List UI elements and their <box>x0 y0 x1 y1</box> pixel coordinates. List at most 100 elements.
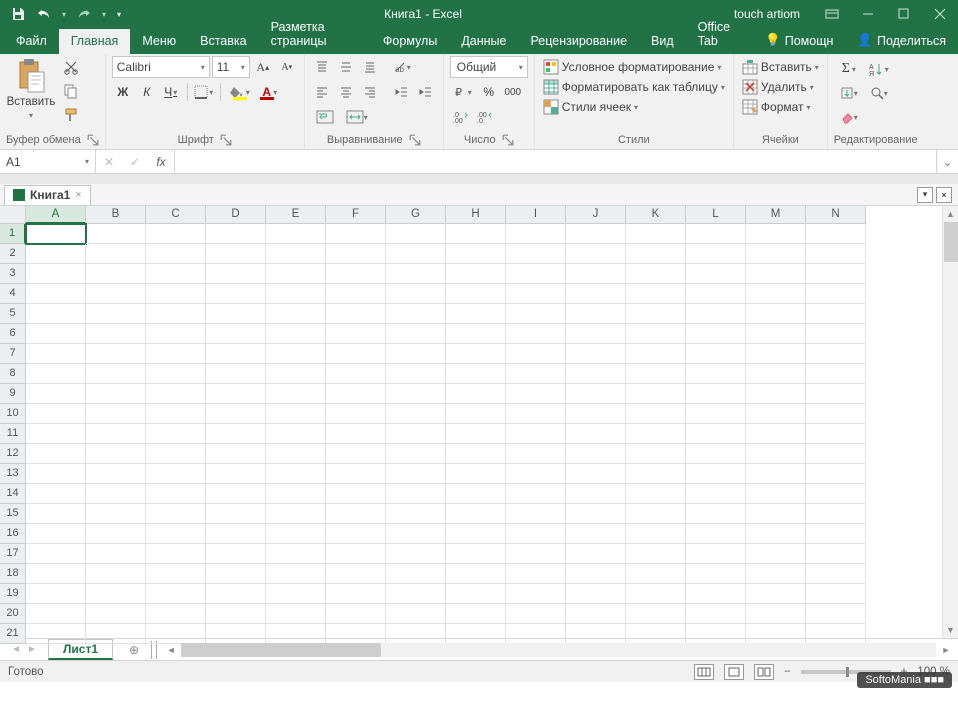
page-layout-view-button[interactable] <box>724 664 744 680</box>
cell[interactable] <box>26 404 86 424</box>
cell[interactable] <box>626 624 686 644</box>
cell[interactable] <box>686 304 746 324</box>
cell[interactable] <box>206 224 266 244</box>
cell[interactable] <box>686 424 746 444</box>
fill-button[interactable]: ▾ <box>834 82 864 104</box>
cell[interactable] <box>386 364 446 384</box>
cell[interactable] <box>806 364 866 384</box>
cell[interactable] <box>686 324 746 344</box>
cell[interactable] <box>446 584 506 604</box>
tab-office-tab[interactable]: Office Tab <box>686 15 753 54</box>
close-icon[interactable]: × <box>75 189 81 201</box>
row-header[interactable]: 2 <box>0 244 26 264</box>
align-middle-button[interactable] <box>335 56 357 78</box>
cell[interactable] <box>386 324 446 344</box>
cell[interactable] <box>146 244 206 264</box>
cell[interactable] <box>326 344 386 364</box>
cell[interactable] <box>86 244 146 264</box>
cell[interactable] <box>26 264 86 284</box>
cell[interactable] <box>206 484 266 504</box>
cell[interactable] <box>386 504 446 524</box>
cell[interactable] <box>686 544 746 564</box>
row-header[interactable]: 1 <box>0 224 26 244</box>
cell[interactable] <box>566 624 626 644</box>
cell[interactable] <box>566 284 626 304</box>
select-all-button[interactable] <box>0 206 26 224</box>
font-size-combo[interactable]: 11▾ <box>212 56 250 78</box>
cell[interactable] <box>746 404 806 424</box>
cell[interactable] <box>506 504 566 524</box>
cell[interactable] <box>506 604 566 624</box>
row-header[interactable]: 14 <box>0 484 26 504</box>
cell[interactable] <box>266 264 326 284</box>
cell[interactable] <box>206 264 266 284</box>
cell[interactable] <box>146 284 206 304</box>
italic-button[interactable]: К <box>136 81 158 103</box>
cell[interactable] <box>86 264 146 284</box>
cell[interactable] <box>386 484 446 504</box>
minimize-button[interactable] <box>850 0 886 28</box>
cell[interactable] <box>626 324 686 344</box>
cell[interactable] <box>146 484 206 504</box>
row-header[interactable]: 7 <box>0 344 26 364</box>
cell[interactable] <box>326 424 386 444</box>
cell[interactable] <box>386 604 446 624</box>
sheet-nav-first[interactable]: ◄ <box>8 644 24 655</box>
cell[interactable] <box>446 264 506 284</box>
cell[interactable] <box>86 364 146 384</box>
cell[interactable] <box>506 264 566 284</box>
cell[interactable] <box>446 244 506 264</box>
cell[interactable] <box>266 464 326 484</box>
cell[interactable] <box>86 404 146 424</box>
sheet-nav-prev[interactable]: ► <box>24 644 40 655</box>
font-name-combo[interactable]: Calibri▾ <box>112 56 210 78</box>
cell[interactable] <box>446 344 506 364</box>
cell[interactable] <box>386 344 446 364</box>
percent-button[interactable]: % <box>478 81 500 103</box>
cell[interactable] <box>746 464 806 484</box>
increase-font-button[interactable]: A▴ <box>252 56 274 78</box>
cell[interactable] <box>626 264 686 284</box>
cell[interactable] <box>446 384 506 404</box>
cell[interactable] <box>686 384 746 404</box>
horizontal-scroll-thumb[interactable] <box>181 643 381 657</box>
cell[interactable] <box>566 564 626 584</box>
redo-button[interactable] <box>72 2 96 26</box>
cell[interactable] <box>386 284 446 304</box>
cell[interactable] <box>686 404 746 424</box>
cell[interactable] <box>206 244 266 264</box>
row-header[interactable]: 9 <box>0 384 26 404</box>
cell[interactable] <box>686 564 746 584</box>
undo-dropdown[interactable]: ▾ <box>58 2 70 26</box>
cell[interactable] <box>86 504 146 524</box>
cell[interactable] <box>806 444 866 464</box>
cell[interactable] <box>206 504 266 524</box>
align-right-button[interactable] <box>359 81 381 103</box>
cell[interactable] <box>746 324 806 344</box>
workbook-close-button[interactable]: × <box>936 187 952 203</box>
cell[interactable] <box>686 264 746 284</box>
cell[interactable] <box>146 584 206 604</box>
cell[interactable] <box>86 524 146 544</box>
row-header[interactable]: 16 <box>0 524 26 544</box>
decrease-font-button[interactable]: A▾ <box>276 56 298 78</box>
cell[interactable] <box>26 524 86 544</box>
cell[interactable] <box>746 564 806 584</box>
name-box[interactable]: A1▾ <box>0 150 96 173</box>
column-header[interactable]: I <box>506 206 566 224</box>
cell[interactable] <box>206 424 266 444</box>
cell[interactable] <box>566 424 626 444</box>
cell[interactable] <box>686 524 746 544</box>
expand-formula-bar-button[interactable]: ⌄ <box>936 150 958 173</box>
cell[interactable] <box>326 464 386 484</box>
cell[interactable] <box>506 624 566 644</box>
find-select-button[interactable]: ▾ <box>866 82 892 104</box>
dialog-launcher-icon[interactable] <box>409 134 421 146</box>
cell[interactable] <box>506 244 566 264</box>
vertical-scrollbar[interactable]: ▲ ▼ <box>942 206 958 638</box>
tab-home[interactable]: Главная <box>59 29 131 54</box>
cell[interactable] <box>446 624 506 644</box>
cell[interactable] <box>686 364 746 384</box>
page-break-view-button[interactable] <box>754 664 774 680</box>
insert-cells-button[interactable]: Вставить▾ <box>740 58 821 76</box>
